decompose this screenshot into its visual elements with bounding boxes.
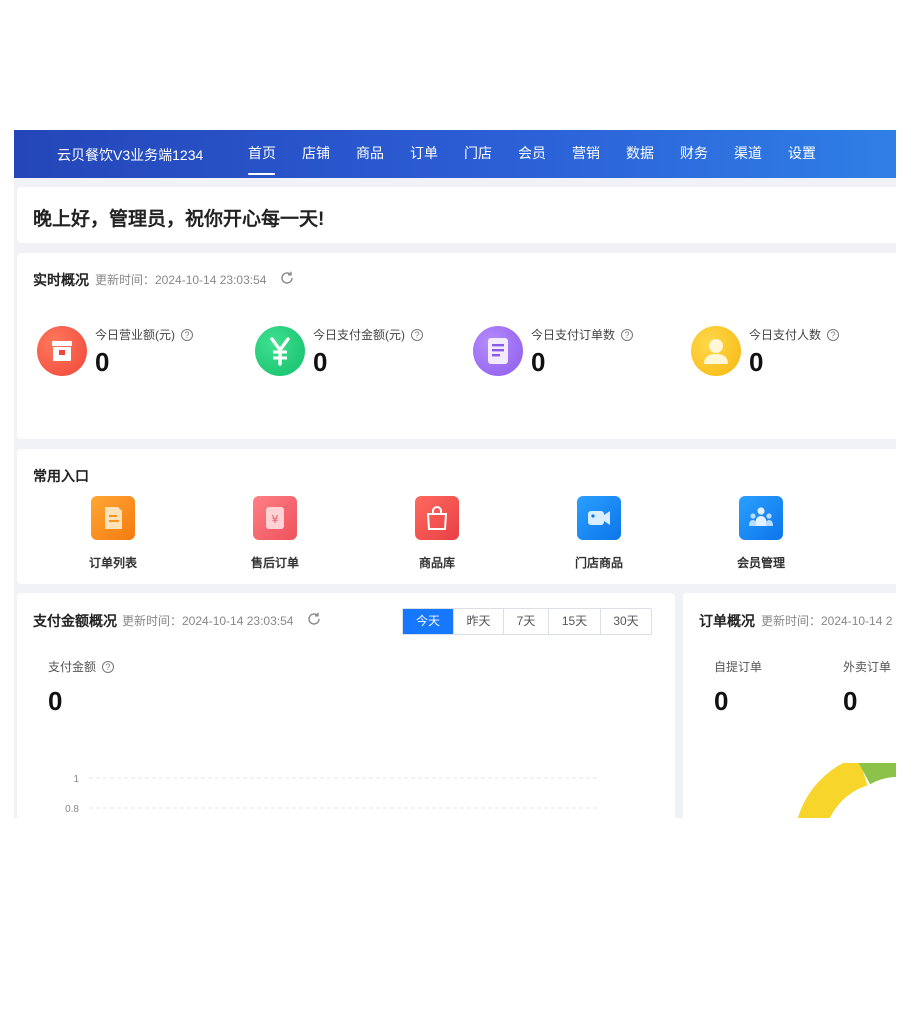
nav-item-shops[interactable]: 门店	[464, 130, 518, 178]
shortcut-label: 售后订单	[250, 556, 299, 570]
stat-label: 今日营业额(元)	[95, 328, 175, 342]
stat-value: 0	[95, 347, 110, 377]
payment-update-time: 更新时间：2024-10-14 23:03:54	[122, 614, 294, 628]
shop-icon	[37, 326, 87, 376]
stat-today-paid-orders: 今日支付订单数? 0	[473, 323, 683, 383]
order-donut-chart	[797, 763, 896, 818]
refresh-icon[interactable]	[306, 611, 322, 627]
payment-title: 支付金额概况	[33, 613, 117, 629]
shortcut-label: 订单列表	[88, 556, 137, 570]
order-list-icon	[91, 496, 135, 540]
document-icon	[473, 326, 523, 376]
stat-today-paid-users: 今日支付人数? 0	[691, 323, 896, 383]
shortcut-member-management[interactable]: 会员管理	[711, 496, 811, 576]
shortcut-label: 门店商品	[574, 556, 623, 570]
members-icon	[739, 496, 783, 540]
order-metric-label: 外卖订单	[843, 660, 892, 674]
stat-value: 0	[313, 347, 328, 377]
help-icon[interactable]: ?	[411, 329, 423, 341]
shortcut-label: 会员管理	[736, 556, 785, 570]
video-camera-icon	[577, 496, 621, 540]
help-icon[interactable]: ?	[102, 661, 115, 673]
shortcut-label: 商品库	[418, 556, 455, 570]
after-sale-icon: ¥	[253, 496, 297, 540]
realtime-title: 实时概况	[33, 272, 89, 288]
payment-overview-card: 支付金额概况 更新时间：2024-10-14 23:03:54 今天 昨天 7天…	[17, 593, 675, 818]
help-icon[interactable]: ?	[621, 329, 634, 341]
order-metric-value: 0	[714, 686, 729, 716]
chart-tick-label: 1	[73, 774, 79, 785]
nav-item-settings[interactable]: 设置	[788, 130, 842, 178]
shopping-bag-icon	[415, 496, 459, 540]
nav-item-finance[interactable]: 财务	[680, 130, 734, 178]
range-30-days-button[interactable]: 30天	[600, 609, 651, 634]
orders-title: 订单概况	[699, 613, 755, 629]
nav-item-channels[interactable]: 渠道	[734, 130, 788, 178]
main-nav: 首页 店铺 商品 订单 门店 会员 营销 数据 财务 渠道 设置	[248, 130, 842, 178]
chart-tick-label: 0.8	[65, 804, 79, 815]
payment-metric-label: 支付金额	[48, 660, 97, 674]
donut-segment-pickup	[797, 763, 869, 818]
greeting-card: 晚上好，管理员，祝你开心每一天!	[17, 187, 896, 243]
nav-item-data[interactable]: 数据	[626, 130, 680, 178]
shortcut-store-goods[interactable]: 门店商品	[549, 496, 649, 576]
shortcuts-title: 常用入口	[33, 468, 89, 484]
nav-item-orders[interactable]: 订单	[410, 130, 464, 178]
order-metric-value: 0	[843, 686, 858, 716]
stat-value: 0	[531, 347, 546, 377]
donut-segment-delivery	[858, 763, 896, 785]
realtime-update-time: 更新时间：2024-10-14 23:03:54	[95, 273, 267, 287]
realtime-overview-card: 实时概况 更新时间：2024-10-14 23:03:54 今日营业额(元)? …	[17, 253, 896, 439]
nav-item-store[interactable]: 店铺	[302, 130, 356, 178]
range-7-days-button[interactable]: 7天	[503, 609, 548, 634]
stat-today-revenue: 今日营业额(元)? 0	[37, 323, 247, 383]
yen-icon	[255, 326, 305, 376]
stat-label: 今日支付人数	[749, 328, 822, 342]
stat-today-paid-amount: 今日支付金额(元)? 0	[255, 323, 465, 383]
help-icon[interactable]: ?	[181, 329, 193, 341]
shortcuts-card: 常用入口 订单列表 ¥ 售后订单 商品库 门店商品 会员管理	[17, 449, 896, 584]
nav-item-members[interactable]: 会员	[518, 130, 572, 178]
shortcut-goods-library[interactable]: 商品库	[387, 496, 487, 576]
range-yesterday-button[interactable]: 昨天	[453, 609, 503, 634]
svg-text:¥: ¥	[272, 513, 279, 526]
range-today-button[interactable]: 今天	[403, 609, 453, 634]
nav-item-goods[interactable]: 商品	[356, 130, 410, 178]
brand-name: 云贝餐饮V3业务端1234	[57, 147, 204, 163]
order-overview-card: 订单概况 更新时间：2024-10-14 2 自提订单 0 外卖订单 0	[683, 593, 896, 818]
nav-item-home[interactable]: 首页	[248, 130, 302, 178]
help-icon[interactable]: ?	[827, 329, 840, 341]
orders-update-time: 更新时间：2024-10-14 2	[761, 614, 893, 628]
stat-label: 今日支付订单数	[531, 328, 616, 342]
top-navbar: 云贝餐饮V3业务端1234 首页 店铺 商品 订单 门店 会员 营销 数据 财务…	[14, 130, 896, 178]
stat-value: 0	[749, 347, 764, 377]
range-15-days-button[interactable]: 15天	[548, 609, 600, 634]
shortcut-after-sale[interactable]: ¥ 售后订单	[225, 496, 325, 576]
stat-label: 今日支付金额(元)	[313, 328, 405, 342]
date-range-selector: 今天 昨天 7天 15天 30天	[402, 608, 652, 635]
shortcut-order-list[interactable]: 订单列表	[63, 496, 163, 576]
payment-metric-value: 0	[48, 686, 63, 716]
payment-chart: 1 0.8	[65, 774, 599, 815]
viewport: 云贝餐饮V3业务端1234 首页 店铺 商品 订单 门店 会员 营销 数据 财务…	[14, 130, 896, 818]
nav-item-marketing[interactable]: 营销	[572, 130, 626, 178]
greeting-text: 晚上好，管理员，祝你开心每一天!	[33, 209, 325, 230]
order-metric-label: 自提订单	[714, 660, 763, 674]
refresh-icon[interactable]	[279, 270, 295, 286]
user-icon	[691, 326, 741, 376]
